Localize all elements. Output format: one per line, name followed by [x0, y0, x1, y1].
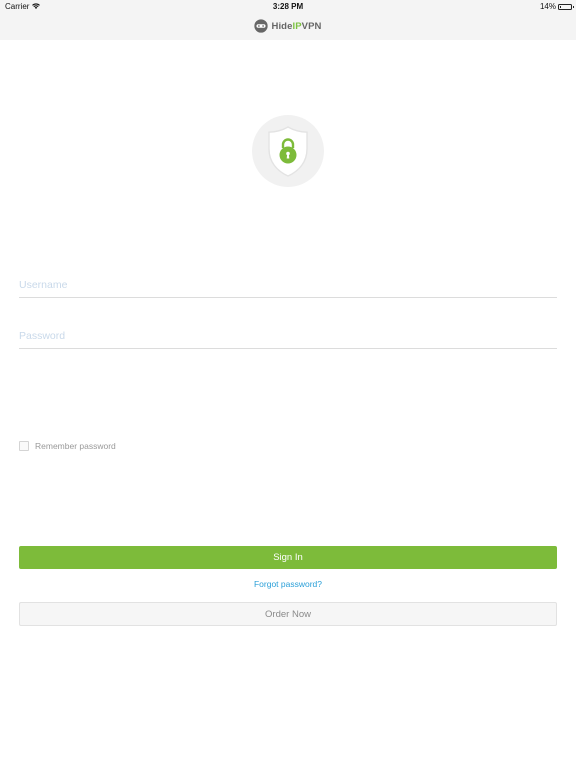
shield-lock-logo	[252, 115, 324, 187]
battery-fill	[560, 5, 561, 8]
brand-name-part2: VPN	[301, 20, 322, 32]
password-input[interactable]	[19, 323, 557, 349]
brand-name-accent: IP	[292, 20, 302, 32]
battery-indicator: 14%	[539, 2, 574, 11]
status-time: 3:28 PM	[272, 2, 304, 11]
brand-header: HideIPVPN	[0, 19, 576, 33]
battery-percent: 14%	[539, 2, 556, 11]
shield-lock-icon	[252, 115, 324, 187]
hideipvpn-logo-icon	[254, 19, 269, 33]
brand-name-part1: Hide	[271, 20, 293, 32]
remember-password-label: Remember password	[35, 441, 116, 451]
status-bar: Carrier 3:28 PM 14%	[0, 0, 576, 12]
battery-icon	[558, 3, 574, 10]
remember-password-checkbox[interactable]	[19, 441, 29, 451]
brand-name: HideIPVPN	[271, 21, 321, 32]
sign-in-button[interactable]: Sign In	[19, 546, 557, 569]
forgot-password-link[interactable]: Forgot password?	[0, 579, 576, 589]
top-bar: Carrier 3:28 PM 14% HideIPVPN	[0, 0, 576, 40]
username-input[interactable]	[19, 272, 557, 298]
login-screen: Carrier 3:28 PM 14% HideIPVPN Username R…	[0, 0, 576, 768]
order-now-button[interactable]: Order Now	[19, 602, 557, 626]
remember-password-row[interactable]: Remember password	[19, 441, 116, 451]
